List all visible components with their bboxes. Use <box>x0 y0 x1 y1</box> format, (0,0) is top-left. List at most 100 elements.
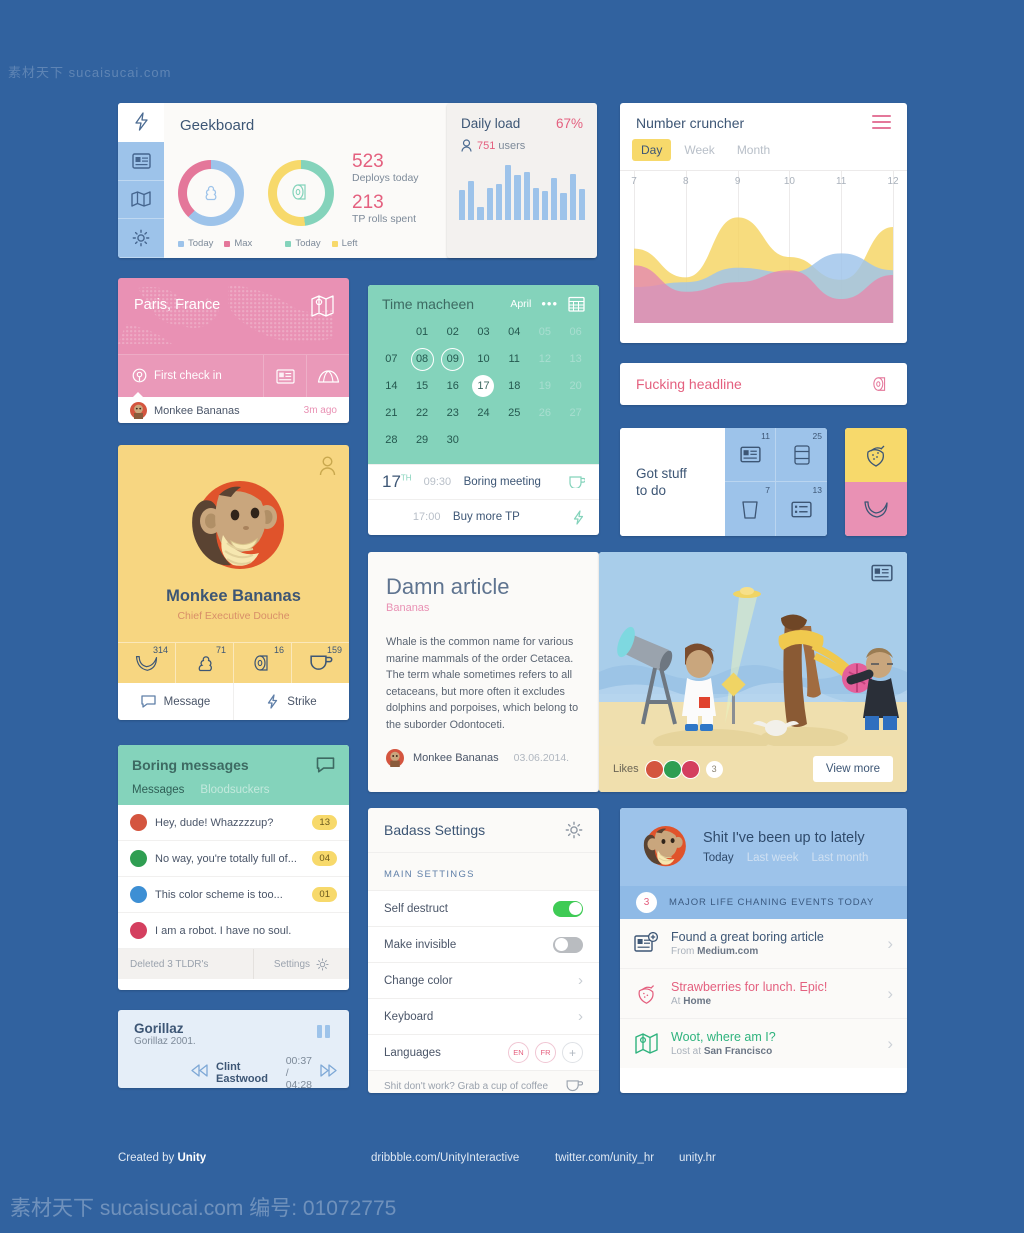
calendar-day[interactable]: 25 <box>499 401 530 425</box>
activity-card: Shit I've been up to lately Today Last w… <box>620 808 907 1093</box>
calendar-day[interactable]: 28 <box>376 428 407 452</box>
message-button[interactable]: Message <box>118 683 234 720</box>
tile-book[interactable]: 25 <box>776 428 827 482</box>
headline-card[interactable]: Fucking headline <box>620 363 907 405</box>
tab-today[interactable]: Today <box>703 852 734 864</box>
calendar-day[interactable]: 10 <box>468 347 499 371</box>
calendar-day[interactable]: 22 <box>407 401 438 425</box>
calendar-day[interactable]: 29 <box>407 428 438 452</box>
calendar-day[interactable]: 16 <box>437 374 468 398</box>
messages-settings-button[interactable]: Settings <box>253 949 349 979</box>
fruit-strawberry[interactable] <box>845 428 907 482</box>
calendar-day[interactable]: 26 <box>530 401 561 425</box>
setting-change-color[interactable]: Change color › <box>368 962 599 998</box>
ellipsis-icon[interactable]: ••• <box>541 296 558 311</box>
calendar-day[interactable]: 08 <box>407 347 438 371</box>
calendar-day[interactable]: 03 <box>468 320 499 344</box>
calendar-day[interactable]: 23 <box>437 401 468 425</box>
activity-badge-label: MAJOR LIFE CHANING EVENTS TODAY <box>669 897 875 908</box>
settings-footer[interactable]: Shit don't work? Grab a cup of coffee <box>368 1070 599 1093</box>
activity-item-article[interactable]: Found a great boring article From Medium… <box>620 919 907 969</box>
tab-bloodsuckers[interactable]: Bloodsuckers <box>200 784 269 796</box>
tab-last-month[interactable]: Last month <box>811 852 868 864</box>
calendar-event-1[interactable]: 17 17:00 Buy more TP <box>368 499 599 534</box>
chat-icon[interactable] <box>316 757 335 773</box>
sidebar-item-map[interactable] <box>118 181 164 220</box>
cup-icon <box>742 500 758 519</box>
prev-icon[interactable] <box>191 1064 208 1082</box>
paris-checkin-row[interactable]: First check in <box>118 354 349 397</box>
got-stuff-title: Got stuff to do <box>636 466 687 498</box>
toggle-self-destruct[interactable] <box>553 900 583 917</box>
calendar-day[interactable]: 09 <box>437 347 468 371</box>
fruit-banana[interactable] <box>845 482 907 536</box>
tab-month[interactable]: Month <box>728 139 779 161</box>
calendar-day[interactable]: 30 <box>437 428 468 452</box>
calendar-day[interactable]: 20 <box>560 374 591 398</box>
add-language-button[interactable]: + <box>562 1042 583 1063</box>
toggle-make-invisible[interactable] <box>553 936 583 953</box>
map-pin-icon[interactable] <box>310 293 335 323</box>
footer-link-twitter[interactable]: twitter.com/unity_hr <box>555 1152 654 1164</box>
lang-fr[interactable]: FR <box>535 1042 556 1063</box>
tab-messages[interactable]: Messages <box>132 784 184 796</box>
setting-make-invisible[interactable]: Make invisible <box>368 926 599 962</box>
pause-icon[interactable] <box>314 1022 333 1046</box>
calendar-day[interactable]: 19 <box>530 374 561 398</box>
calendar-event-0[interactable]: 17TH 09:30 Boring meeting <box>368 464 599 499</box>
id-card-icon[interactable] <box>263 355 306 397</box>
person-icon[interactable] <box>319 456 336 481</box>
tab-day[interactable]: Day <box>632 139 672 162</box>
donut-deploys-center <box>187 168 235 217</box>
sidebar-item-settings[interactable] <box>118 219 164 258</box>
footer-link-dribbble[interactable]: dribbble.com/UnityInteractive <box>371 1152 519 1164</box>
calendar-title: Time macheen <box>382 295 475 312</box>
strike-button[interactable]: Strike <box>234 683 349 720</box>
calendar-day[interactable]: 02 <box>437 320 468 344</box>
calendar-day[interactable]: 24 <box>468 401 499 425</box>
view-more-button[interactable]: View more <box>812 756 893 782</box>
calendar-day[interactable]: 21 <box>376 401 407 425</box>
setting-languages[interactable]: Languages EN FR + <box>368 1034 599 1070</box>
setting-self-destruct[interactable]: Self destruct <box>368 890 599 926</box>
tile-cards[interactable]: 11 <box>725 428 776 482</box>
id-card-icon[interactable] <box>871 564 893 587</box>
message-row[interactable]: I am a robot. I have no soul. <box>118 913 349 949</box>
calendar-month[interactable]: April <box>510 298 531 310</box>
calendar-day[interactable]: 14 <box>376 374 407 398</box>
tile-list[interactable]: 13 <box>776 482 827 536</box>
setting-keyboard[interactable]: Keyboard › <box>368 998 599 1034</box>
activity-item-strawberries[interactable]: Strawberries for lunch. Epic! At Home › <box>620 969 907 1019</box>
banana-icon <box>135 656 158 671</box>
activity-item-location[interactable]: Woot, where am I? Lost at San Francisco … <box>620 1019 907 1068</box>
message-row[interactable]: This color scheme is too... 01 <box>118 877 349 913</box>
gear-icon[interactable] <box>565 821 583 839</box>
calendar-day[interactable]: 04 <box>499 320 530 344</box>
croissant-icon[interactable] <box>306 355 349 397</box>
calendar-day[interactable]: 07 <box>376 347 407 371</box>
tile-cup[interactable]: 7 <box>725 482 776 536</box>
message-row[interactable]: No way, you're totally full of... 04 <box>118 841 349 877</box>
calendar-day[interactable]: 05 <box>530 320 561 344</box>
calendar-day[interactable]: 15 <box>407 374 438 398</box>
lang-en[interactable]: EN <box>508 1042 529 1063</box>
calendar-day[interactable]: 18 <box>499 374 530 398</box>
event-text: Boring meeting <box>463 476 541 488</box>
calendar-day[interactable]: 17 <box>468 374 499 398</box>
calendar-day[interactable]: 11 <box>499 347 530 371</box>
next-icon[interactable] <box>320 1064 337 1082</box>
message-row[interactable]: Hey, dude! Whazzzzup? 13 <box>118 805 349 841</box>
calendar-day[interactable]: 01 <box>407 320 438 344</box>
tab-week[interactable]: Week <box>675 139 723 161</box>
users-count: 751 <box>477 139 496 152</box>
likes-group: Likes 3 <box>613 759 723 779</box>
calendar-day[interactable]: 12 <box>530 347 561 371</box>
sidebar-item-card[interactable] <box>118 142 164 181</box>
menu-icon[interactable] <box>872 115 891 132</box>
calendar-day[interactable]: 27 <box>560 401 591 425</box>
calendar-day[interactable]: 13 <box>560 347 591 371</box>
calendar-day[interactable]: 06 <box>560 320 591 344</box>
footer-link-site[interactable]: unity.hr <box>679 1152 716 1164</box>
sidebar-item-lightning[interactable] <box>118 103 164 142</box>
tab-last-week[interactable]: Last week <box>747 852 799 864</box>
